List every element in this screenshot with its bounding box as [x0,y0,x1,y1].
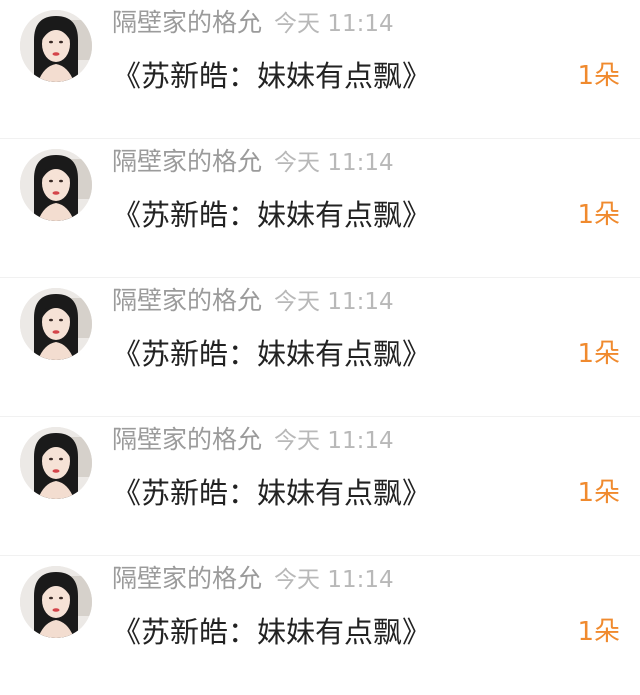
message-meta: 隔壁家的格允 今天 11:14 [112,562,394,596]
message-meta: 隔壁家的格允 今天 11:14 [112,423,394,457]
avatar-portrait [20,427,92,499]
avatar-portrait [20,566,92,638]
flower-count: 1朵 [577,61,620,91]
list-item[interactable]: 隔壁家的格允 今天 11:14 《苏新皓：妹妹有点飘》 1朵 [0,0,640,139]
avatar[interactable] [20,288,92,360]
message-text: 《苏新皓：妹妹有点飘》 [112,476,432,510]
avatar-portrait [20,10,92,82]
timestamp: 今天 11:14 [274,289,394,315]
list-item[interactable]: 隔壁家的格允 今天 11:14 《苏新皓：妹妹有点飘》 1朵 [0,556,640,695]
flower-count: 1朵 [577,617,620,647]
message-meta: 隔壁家的格允 今天 11:14 [112,6,394,40]
message-meta: 隔壁家的格允 今天 11:14 [112,145,394,179]
message-list: 隔壁家的格允 今天 11:14 《苏新皓：妹妹有点飘》 1朵 隔壁家的格允 今天 1… [0,0,640,668]
avatar[interactable] [20,149,92,221]
message-meta: 隔壁家的格允 今天 11:14 [112,284,394,318]
list-item[interactable]: 隔壁家的格允 今天 11:14 《苏新皓：妹妹有点飘》 1朵 [0,139,640,278]
avatar[interactable] [20,10,92,82]
sender-name: 隔壁家的格允 [112,425,263,454]
timestamp: 今天 11:14 [274,428,394,454]
flower-count: 1朵 [577,478,620,508]
flower-count: 1朵 [577,200,620,230]
timestamp: 今天 11:14 [274,11,394,37]
sender-name: 隔壁家的格允 [112,147,263,176]
timestamp: 今天 11:14 [274,150,394,176]
message-text: 《苏新皓：妹妹有点飘》 [112,198,432,232]
message-text: 《苏新皓：妹妹有点飘》 [112,615,432,649]
avatar-portrait [20,288,92,360]
list-item[interactable]: 隔壁家的格允 今天 11:14 《苏新皓：妹妹有点飘》 1朵 [0,278,640,417]
message-text: 《苏新皓：妹妹有点飘》 [112,59,432,93]
flower-count: 1朵 [577,339,620,369]
message-text: 《苏新皓：妹妹有点飘》 [112,337,432,371]
list-item[interactable]: 隔壁家的格允 今天 11:14 《苏新皓：妹妹有点飘》 1朵 [0,417,640,556]
sender-name: 隔壁家的格允 [112,564,263,593]
sender-name: 隔壁家的格允 [112,8,263,37]
avatar[interactable] [20,566,92,638]
avatar-portrait [20,149,92,221]
sender-name: 隔壁家的格允 [112,286,263,315]
avatar[interactable] [20,427,92,499]
timestamp: 今天 11:14 [274,567,394,593]
